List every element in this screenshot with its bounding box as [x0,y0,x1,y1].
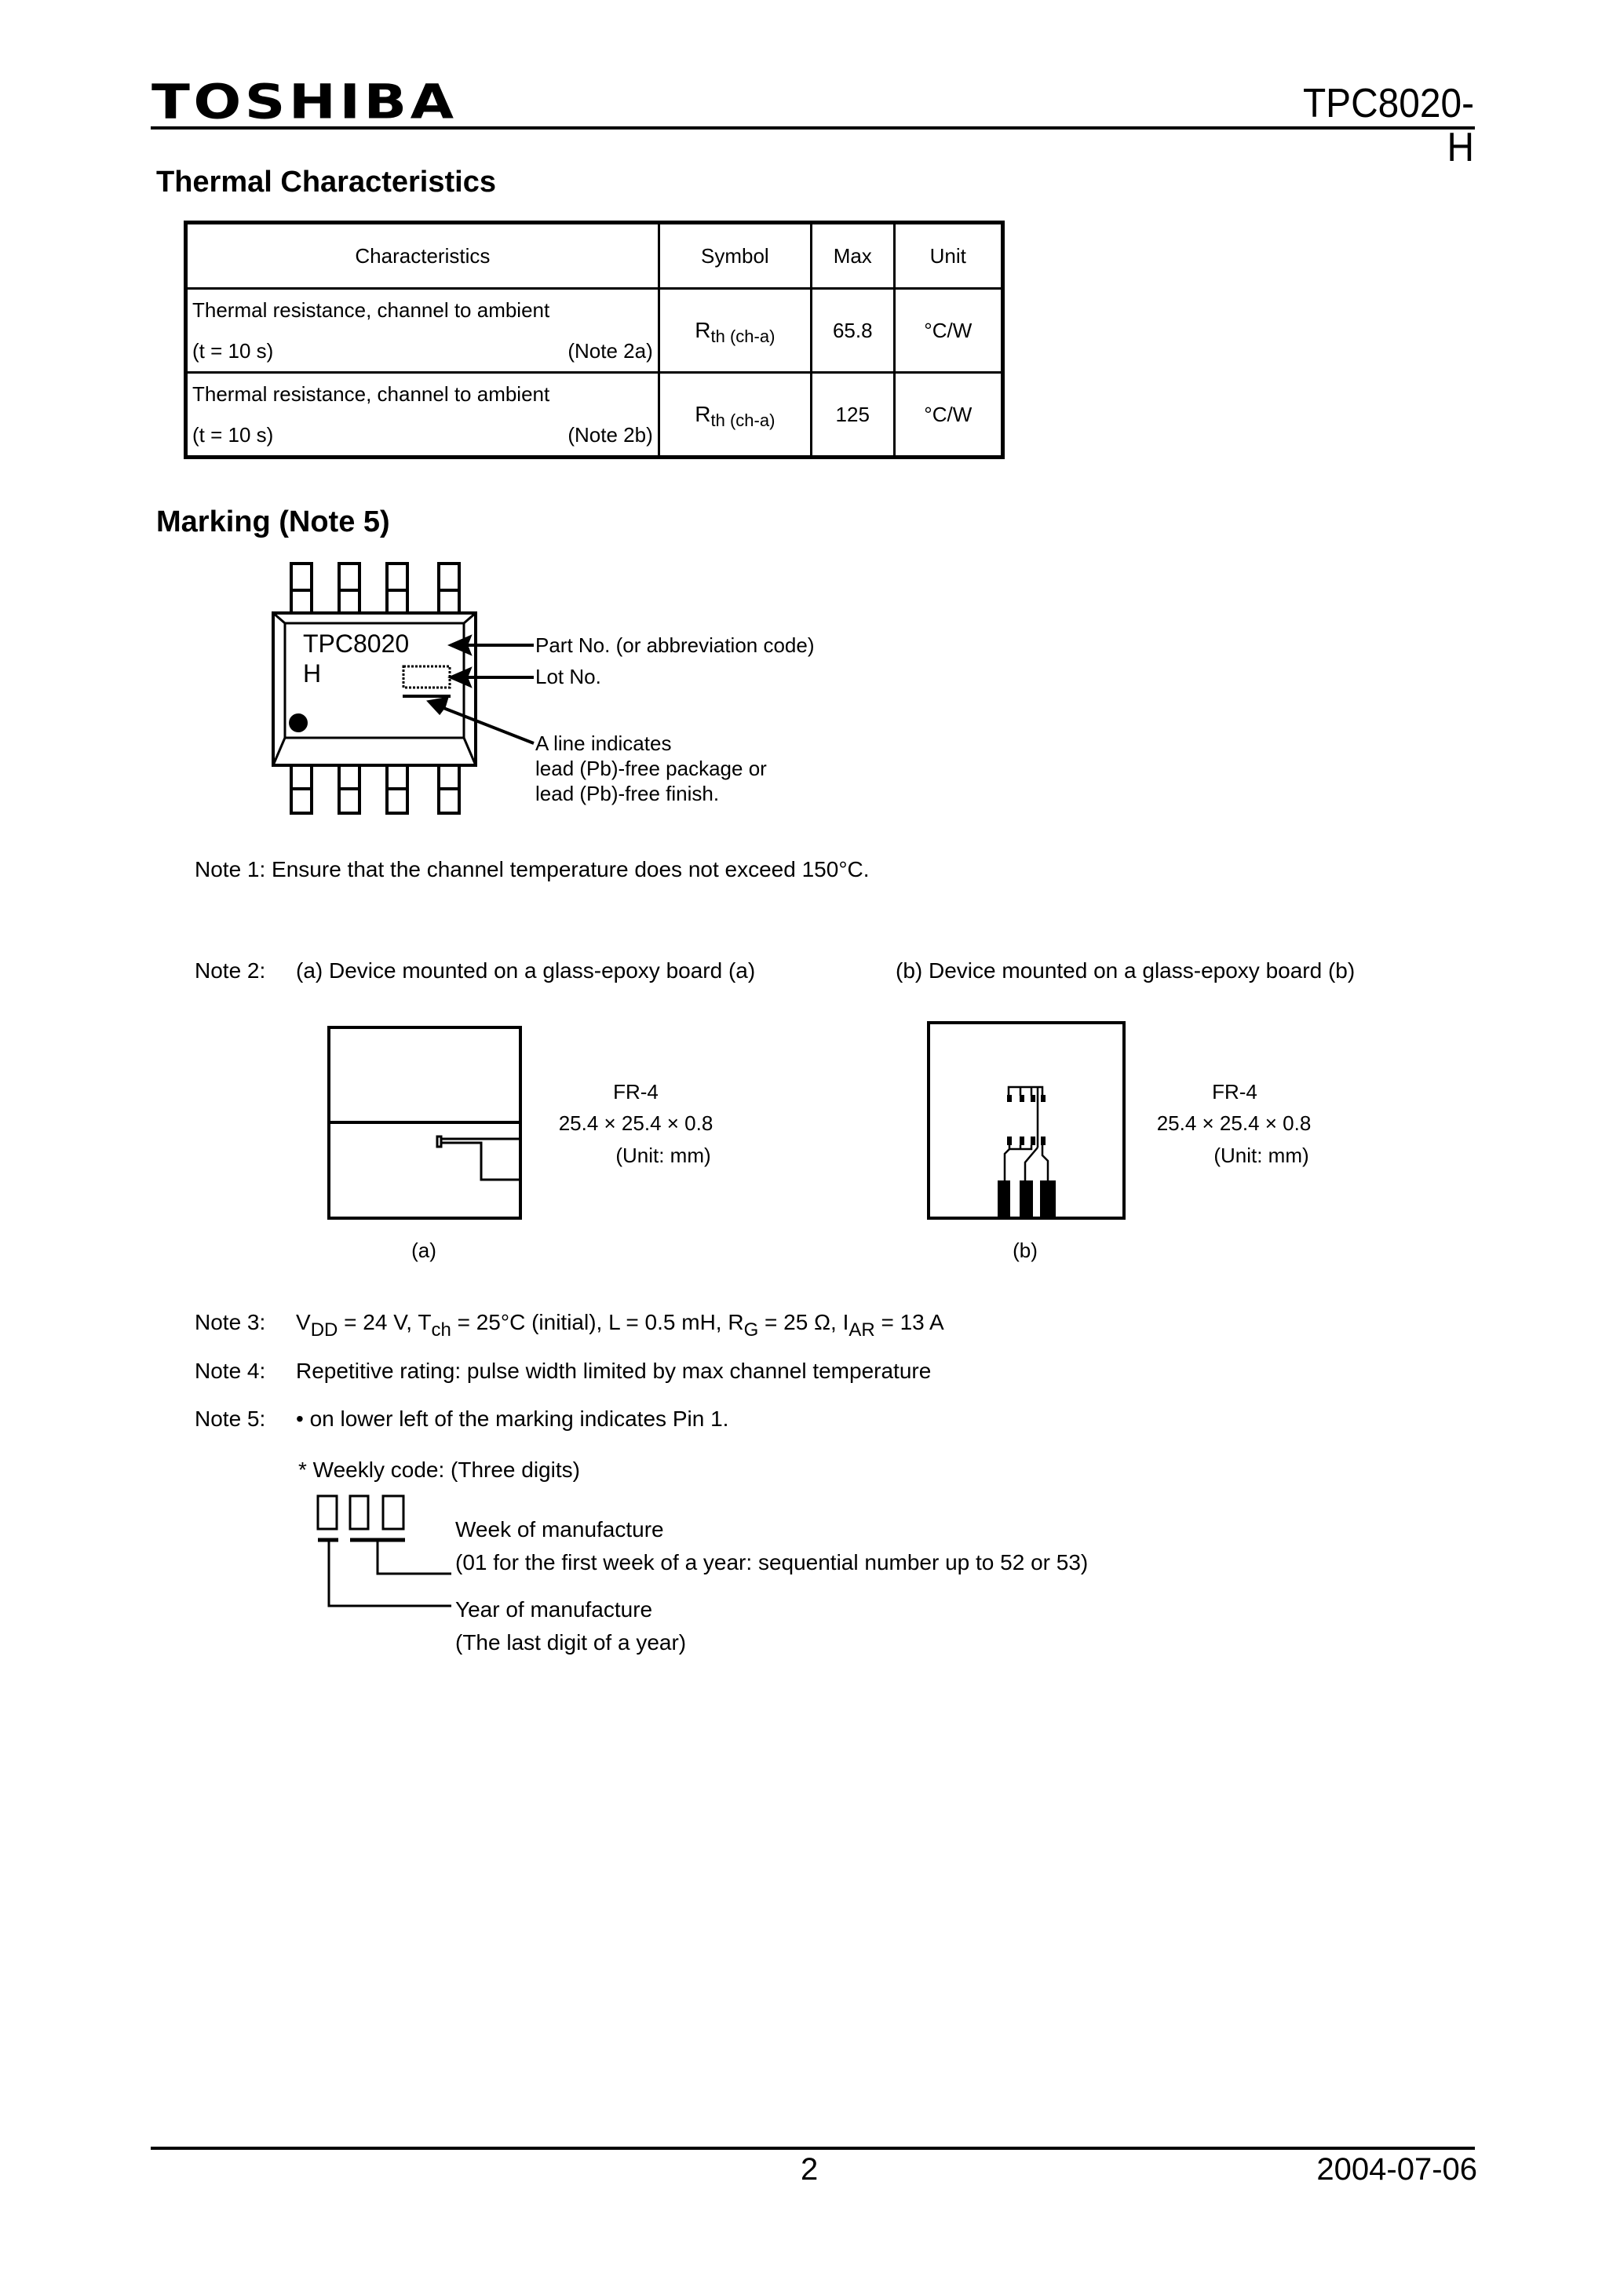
marking-title: Marking (Note 5) [156,505,390,538]
vdd-symbol: V [296,1310,311,1334]
footer-rule [151,2147,1475,2150]
characteristic-text: Thermal resistance, channel to ambient [192,382,550,406]
symbol-sub: th (ch-a) [710,327,776,346]
col-symbol: Symbol [657,221,812,290]
iar-value: = 13 A [874,1310,944,1334]
note-4-label: Note 4: [195,1359,266,1383]
board-a-material: FR-4 [613,1080,659,1104]
lot-no-annotation: Lot No. [535,665,601,688]
header-rule [151,126,1475,130]
pin1-dot [289,713,308,732]
document-date: 2004-07-06 [1316,2152,1477,2187]
characteristic-cell: Thermal resistance, channel to ambient (… [184,287,660,374]
week-digit-box-2 [381,1494,405,1531]
week-description: (01 for the first week of a year: sequen… [455,1550,1089,1574]
board-b-unit: (Unit: mm) [1213,1144,1309,1167]
lead-free-annotation-3: lead (Pb)-free finish. [535,782,720,805]
iar-subscript: AR [848,1319,875,1341]
note-ref: (Note 2a) [567,339,653,363]
thermal-title: Thermal Characteristics [156,166,496,199]
week-label: Week of manufacture [455,1517,664,1542]
col-characteristics: Characteristics [184,221,660,290]
table-row: Thermal resistance, channel to ambient (… [184,371,1005,458]
year-label: Year of manufacture [455,1597,653,1622]
board-b-material: FR-4 [1212,1080,1257,1104]
max-cell: 65.8 [809,287,896,374]
note-5-text: • on lower left of the marking indicates… [296,1407,729,1431]
top-pins [290,562,461,615]
board-b-size: 25.4 × 25.4 × 0.8 [1156,1111,1312,1135]
note-2-label: Note 2: [195,958,266,983]
note-3-label: Note 3: [195,1310,266,1334]
week-digit-box-1 [349,1494,370,1531]
note-5-label: Note 5: [195,1407,266,1431]
rg-value: = 25 Ω, [758,1310,843,1334]
chip-text-part: TPC8020 [303,629,410,658]
note-2b: (b) Device mounted on a glass-epoxy boar… [896,958,1356,983]
toshiba-logo: TOSHIBA [151,75,458,130]
board-a-diagram [327,1026,522,1220]
tch-symbol: T [418,1310,432,1334]
symbol-sub: th (ch-a) [710,410,776,430]
lead-free-annotation-1: A line indicates [535,732,672,755]
vdd-value: = 24 V, [338,1310,418,1334]
col-max: Max [809,221,896,290]
symbol-main: R [695,318,711,342]
weekly-code-diagram [316,1494,451,1607]
chip-text-suffix: H [303,659,322,688]
part-number-header: TPC8020-H [1302,81,1474,170]
page-number: 2 [801,2152,819,2187]
board-a-caption: (a) [411,1239,436,1262]
characteristic-text: Thermal resistance, channel to ambient [192,298,550,322]
symbol-cell: Rth (ch-a) [657,371,812,458]
board-a-size: 25.4 × 25.4 × 0.8 [558,1111,713,1135]
condition-text: (t = 10 s) [192,423,274,447]
table-row: Thermal resistance, channel to ambient (… [184,287,1005,374]
tch-subscript: ch [431,1319,451,1341]
lead-free-annotation-2: lead (Pb)-free package or [535,757,767,780]
unit-cell: °C/W [892,371,1005,458]
year-digit-box [316,1494,338,1531]
thermal-table: Characteristics Symbol Max Unit Thermal … [184,221,1005,459]
note-4-text: Repetitive rating: pulse width limited b… [296,1359,932,1383]
symbol-main: R [695,402,711,426]
characteristic-cell: Thermal resistance, channel to ambient (… [184,371,660,458]
note-3-text: VDD = 24 V, Tch = 25°C (initial), L = 0.… [296,1309,944,1341]
note-2a: (a) Device mounted on a glass-epoxy boar… [296,958,756,983]
unit-cell: °C/W [892,287,1005,374]
table-header-row: Characteristics Symbol Max Unit [184,221,1005,290]
note-1: Note 1: Ensure that the channel temperat… [195,857,870,881]
rg-subscript: G [743,1319,759,1341]
year-description: (The last digit of a year) [455,1630,687,1655]
board-a-unit: (Unit: mm) [615,1144,711,1167]
part-no-annotation: Part No. (or abbreviation code) [535,633,815,657]
vdd-subscript: DD [310,1319,338,1341]
tch-value: = 25°C (initial), L = 0.5 mH, [451,1310,728,1334]
board-b-caption: (b) [1013,1239,1038,1262]
bottom-pins [290,764,461,815]
symbol-cell: Rth (ch-a) [657,287,812,374]
col-unit: Unit [892,221,1005,290]
note-ref: (Note 2b) [567,423,653,447]
max-cell: 125 [809,371,896,458]
board-b-diagram [927,1021,1126,1220]
rg-symbol: R [728,1310,744,1334]
condition-text: (t = 10 s) [192,339,274,363]
weekly-code-title: * Weekly code: (Three digits) [298,1458,580,1482]
